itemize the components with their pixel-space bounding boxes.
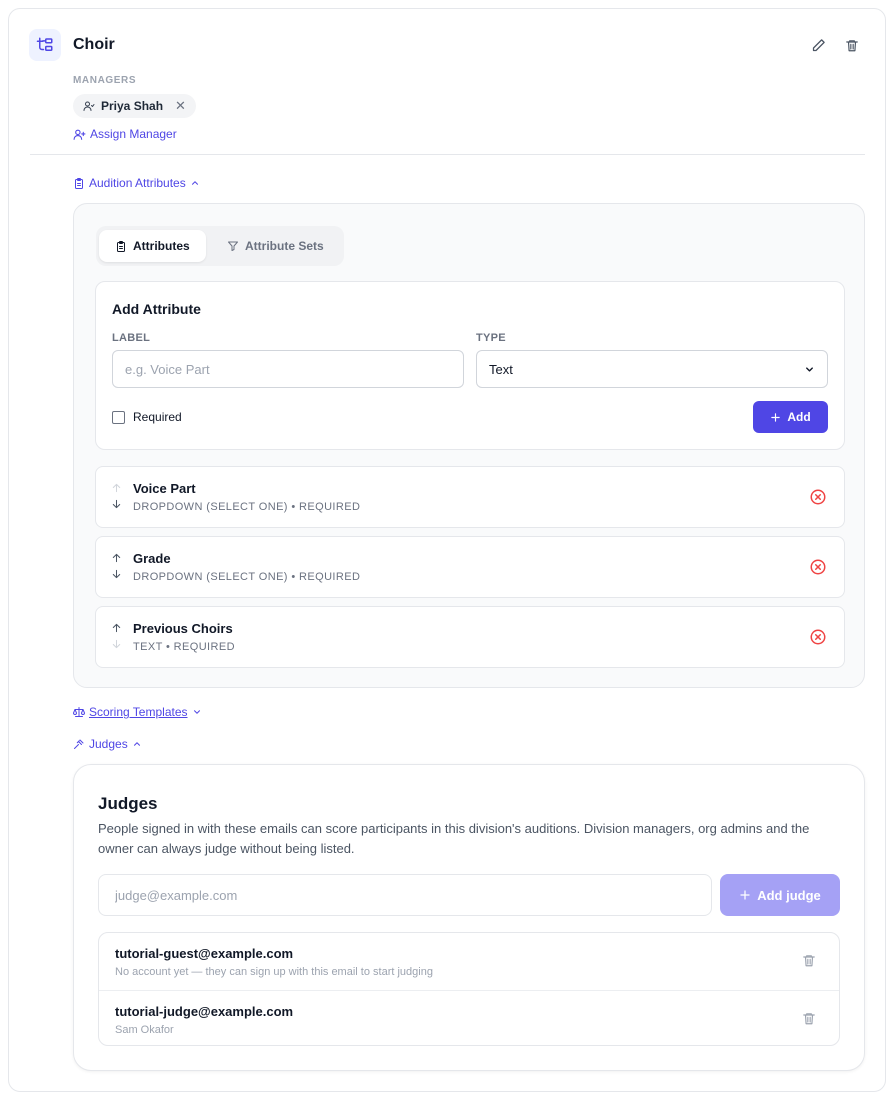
attribute-type-value: Text [489, 361, 513, 377]
add-attribute-title: Add Attribute [112, 301, 201, 317]
audition-attributes-toggle[interactable]: Audition Attributes [73, 176, 200, 190]
move-down-icon[interactable] [110, 637, 122, 651]
chevron-up-icon [133, 742, 140, 746]
judges-description: People signed in with these emails can s… [98, 821, 810, 856]
remove-attribute-icon[interactable] [809, 628, 827, 646]
type-field-label: TYPE [476, 332, 506, 344]
move-down-icon[interactable] [110, 497, 122, 511]
divider [30, 154, 865, 155]
assign-manager-button[interactable]: Assign Manager [73, 127, 177, 141]
add-attribute-button[interactable]: Add [753, 401, 828, 433]
tab-attribute-sets-label: Attribute Sets [245, 239, 324, 253]
chevron-down-icon [806, 366, 813, 372]
remove-attribute-icon[interactable] [809, 558, 827, 576]
move-up-icon[interactable] [110, 481, 122, 495]
assign-manager-label: Assign Manager [90, 127, 177, 141]
manager-name: Priya Shah [101, 99, 164, 113]
plus-icon [740, 890, 750, 900]
attribute-row: Grade DROPDOWN (SELECT ONE) • REQUIRED [95, 536, 845, 598]
division-title: Choir [73, 36, 115, 53]
scoring-templates-label: Scoring Templates [89, 705, 188, 719]
scoring-templates-toggle[interactable]: Scoring Templates [73, 705, 202, 719]
judge-subtitle: No account yet — they can sign up with t… [115, 966, 433, 978]
audition-attributes-label: Audition Attributes [89, 176, 186, 190]
user-icon [83, 101, 95, 111]
edit-icon[interactable] [809, 36, 827, 54]
attribute-tabs: Attributes Attribute Sets [96, 226, 344, 266]
tab-attributes[interactable]: Attributes [99, 230, 206, 262]
delete-judge-icon[interactable] [802, 1011, 818, 1027]
list-item: tutorial-guest@example.com No account ye… [99, 933, 839, 990]
attribute-meta: DROPDOWN (SELECT ONE) • REQUIRED [133, 501, 361, 513]
judges-toggle[interactable]: Judges [73, 737, 142, 751]
plus-icon [771, 412, 781, 422]
attribute-label-input[interactable] [112, 350, 464, 388]
chevron-down-icon [193, 710, 200, 714]
attribute-meta: TEXT • REQUIRED [133, 641, 235, 653]
filter-icon [228, 241, 238, 251]
delete-division-icon[interactable] [843, 36, 861, 54]
manager-chip: Priya Shah ✕ [73, 94, 196, 118]
required-row: Required [112, 410, 182, 424]
chevron-up-icon [191, 181, 198, 185]
attribute-type-select[interactable]: Text [476, 350, 828, 388]
required-checkbox[interactable] [112, 410, 125, 424]
add-attribute-label: Add [787, 410, 811, 424]
list-item: tutorial-judge@example.com Sam Okafor [99, 990, 839, 1045]
managers-label: MANAGERS [73, 75, 137, 86]
add-judge-label: Add judge [757, 887, 821, 903]
tab-attribute-sets[interactable]: Attribute Sets [211, 230, 340, 262]
attribute-name: Previous Choirs [133, 621, 233, 636]
move-up-icon[interactable] [110, 551, 122, 565]
user-plus-icon [73, 129, 86, 140]
attributes-panel: Attributes Attribute Sets Add Attribute … [73, 203, 865, 688]
move-down-icon[interactable] [110, 567, 122, 581]
attribute-row: Voice Part DROPDOWN (SELECT ONE) • REQUI… [95, 466, 845, 528]
move-up-icon[interactable] [110, 621, 122, 635]
remove-attribute-icon[interactable] [809, 488, 827, 506]
judges-panel: Judges People signed in with these email… [73, 764, 865, 1071]
attribute-meta: DROPDOWN (SELECT ONE) • REQUIRED [133, 571, 361, 583]
delete-judge-icon[interactable] [802, 953, 818, 969]
attribute-row: Previous Choirs TEXT • REQUIRED [95, 606, 845, 668]
clipboard-icon [117, 240, 125, 252]
scale-icon [73, 707, 85, 717]
add-attribute-form: Add Attribute LABEL TYPE Text Required A… [95, 281, 845, 450]
tab-attributes-label: Attributes [133, 239, 190, 253]
label-field-label: LABEL [112, 332, 151, 344]
judges-label: Judges [89, 737, 128, 751]
remove-manager-icon[interactable]: ✕ [175, 98, 186, 114]
judges-list: tutorial-guest@example.com No account ye… [98, 932, 840, 1046]
hierarchy-icon [29, 29, 61, 61]
judge-email: tutorial-judge@example.com [115, 1004, 294, 1019]
judge-subtitle: Sam Okafor [115, 1024, 174, 1036]
judges-title: Judges [98, 794, 158, 813]
add-judge-button[interactable]: Add judge [720, 874, 840, 916]
attribute-name: Voice Part [133, 481, 196, 496]
required-label: Required [133, 410, 182, 424]
clipboard-icon [75, 177, 83, 189]
judge-email-input[interactable] [98, 874, 712, 916]
judge-email: tutorial-guest@example.com [115, 946, 294, 961]
attribute-name: Grade [133, 551, 171, 566]
gavel-icon [74, 739, 84, 749]
